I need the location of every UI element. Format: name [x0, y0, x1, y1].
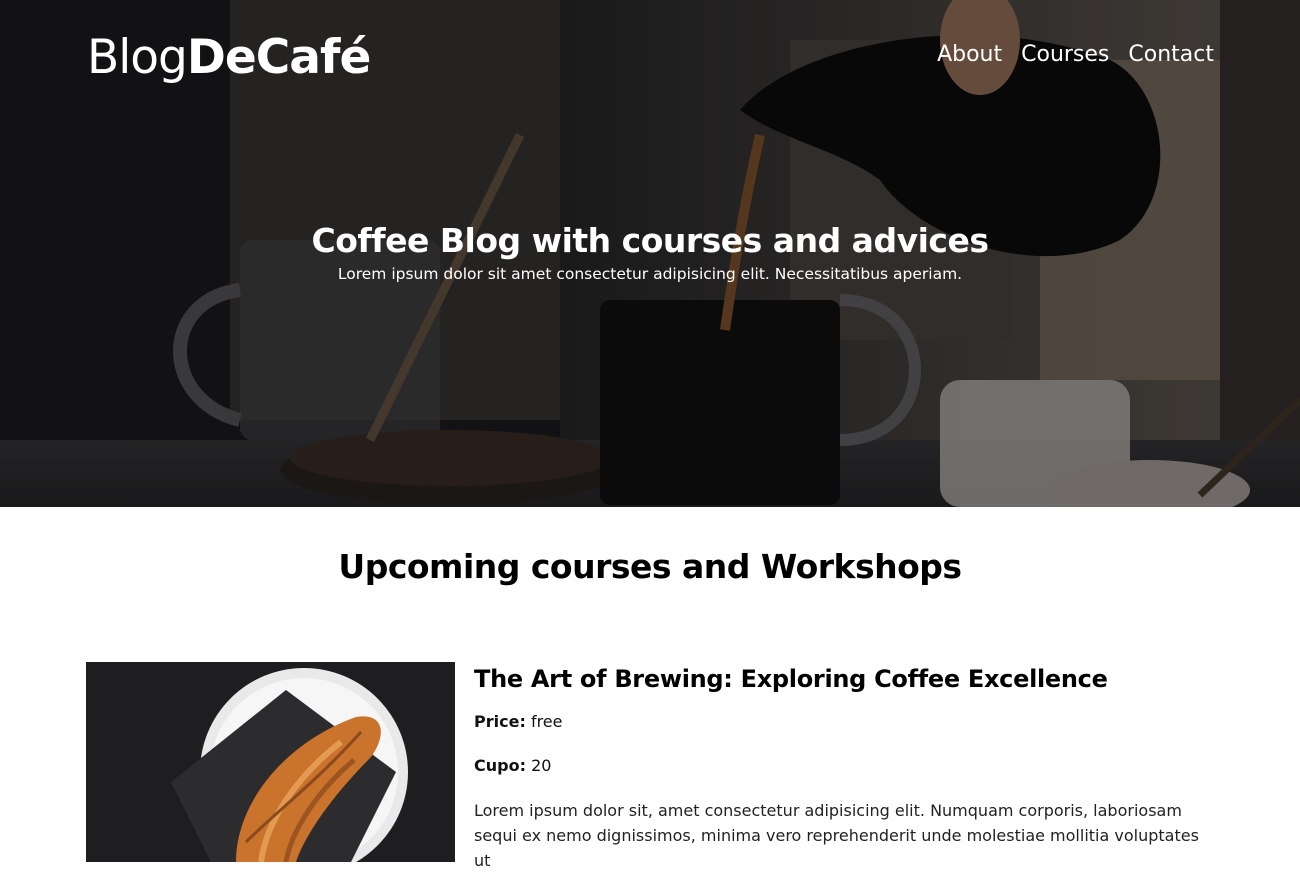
main-navigation: About Courses Contact — [937, 40, 1214, 70]
croissant-plate-image — [86, 662, 455, 862]
course-description: Lorem ipsum dolor sit, amet consectetur … — [474, 801, 1199, 870]
courses-section-title: Upcoming courses and Workshops — [338, 547, 962, 586]
logo-light-text: Blog — [87, 30, 188, 85]
course-title[interactable]: The Art of Brewing: Exploring Coffee Exc… — [474, 660, 1214, 698]
hero-subtitle: Lorem ipsum dolor sit amet consectetur a… — [337, 265, 963, 283]
hero-title: Coffee Blog with courses and advices — [311, 221, 989, 260]
nav-link-courses[interactable]: Courses — [1021, 40, 1109, 70]
price-value: free — [530, 712, 563, 731]
course-image[interactable] — [86, 662, 455, 862]
cupo-value: 20 — [531, 756, 552, 775]
course-price: Price: free — [474, 711, 1214, 733]
cupo-label: Cupo: — [474, 756, 526, 775]
price-label: Price: — [474, 712, 526, 731]
hero-banner: BlogDeCafé About Courses Contact Coffee … — [0, 0, 1300, 507]
nav-link-contact[interactable]: Contact — [1128, 40, 1214, 70]
course-card: The Art of Brewing: Exploring Coffee Exc… — [474, 660, 1214, 873]
site-logo[interactable]: BlogDeCafé — [87, 28, 371, 88]
course-cupo: Cupo: 20 — [474, 755, 1214, 777]
logo-bold-text: DeCafé — [186, 30, 371, 85]
nav-link-about[interactable]: About — [937, 40, 1002, 70]
